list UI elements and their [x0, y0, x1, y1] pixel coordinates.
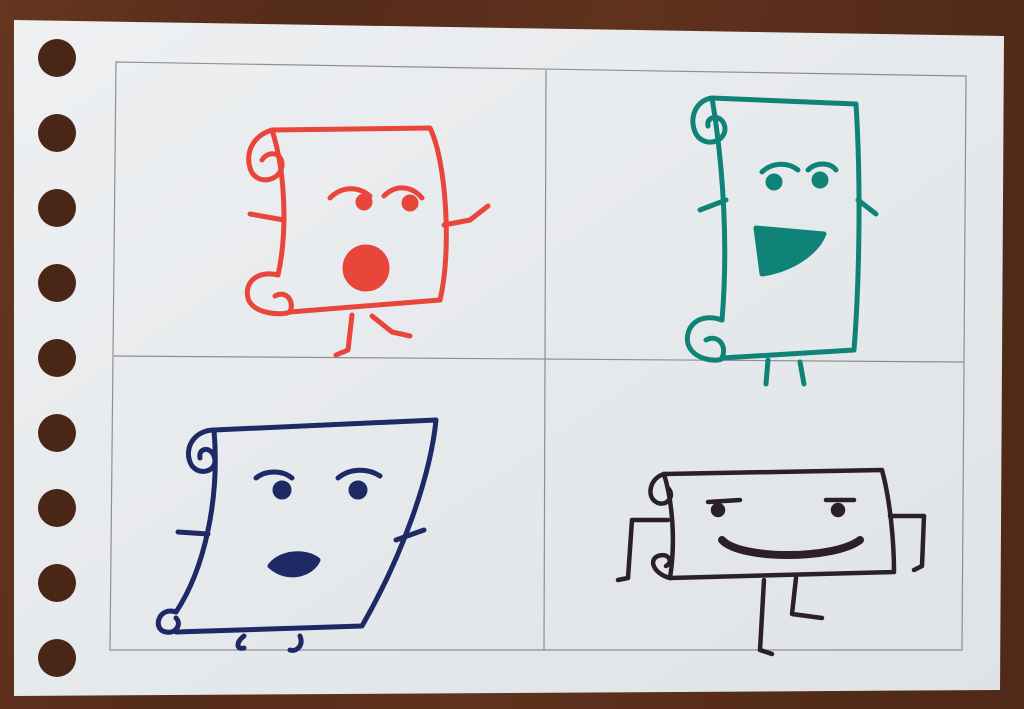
binder-hole	[38, 414, 76, 452]
drawing-canvas	[0, 0, 1024, 709]
binder-hole	[38, 189, 76, 227]
binder-hole	[38, 39, 76, 77]
binder-hole	[38, 564, 76, 602]
binder-hole	[38, 339, 76, 377]
binder-holes	[38, 39, 76, 677]
photo-scene	[0, 0, 1024, 709]
binder-hole	[38, 489, 76, 527]
binder-hole	[38, 264, 76, 302]
binder-hole	[38, 114, 76, 152]
binder-hole	[38, 639, 76, 677]
